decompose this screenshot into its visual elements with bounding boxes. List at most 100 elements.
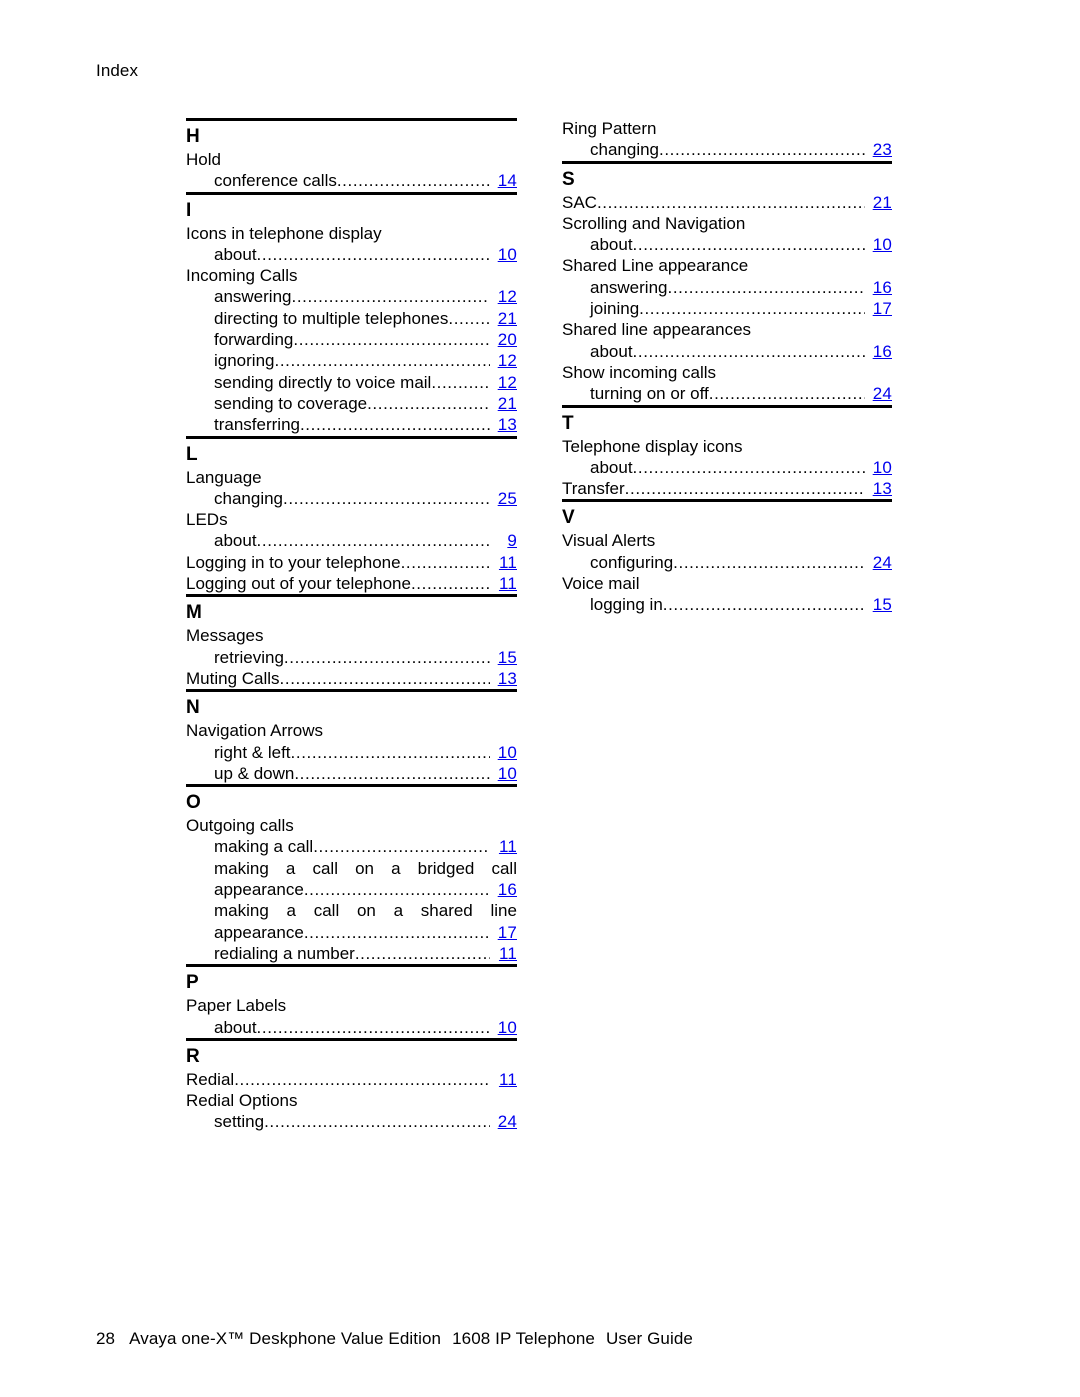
index-entry-page-link[interactable]: 11 [491, 943, 517, 964]
index-entry-word: call [312, 858, 338, 878]
index-entry[interactable]: sending directly to voice mail 12 [186, 372, 517, 393]
index-entry[interactable]: configuring 24 [562, 552, 892, 573]
index-entry-page-link[interactable]: 10 [866, 457, 892, 478]
index-entry-page-link[interactable]: 12 [491, 350, 517, 371]
index-entry-label: about [214, 1017, 257, 1037]
index-column-right: Ring Pattern changing 23 SSAC 21 Scrolling an… [562, 118, 892, 616]
index-entry-page-link[interactable]: 13 [866, 478, 892, 499]
index-entry[interactable]: retrieving 15 [186, 647, 517, 668]
index-entry[interactable]: sending to coverage 21 [186, 393, 517, 414]
index-entry[interactable]: about 10 [562, 457, 892, 478]
index-entry-page-link[interactable]: 12 [491, 372, 517, 393]
index-entry-page-link[interactable]: 17 [491, 922, 517, 943]
dot-leader [633, 457, 865, 478]
index-entry[interactable]: Redial 11 [186, 1069, 517, 1090]
index-entry[interactable]: about 10 [186, 244, 517, 265]
index-entry[interactable]: appearance 16 [186, 879, 517, 900]
index-entry-word: making [214, 858, 269, 878]
index-entry[interactable]: setting 24 [186, 1111, 517, 1132]
index-entry[interactable]: right & left 10 [186, 742, 517, 763]
index-entry-page-link[interactable]: 10 [491, 763, 517, 784]
index-entry-page-link[interactable]: 24 [866, 383, 892, 404]
index-entry[interactable]: turning on or off 24 [562, 383, 892, 404]
index-entry-page-link[interactable]: 13 [491, 668, 517, 689]
index-entry-page-link[interactable]: 9 [491, 530, 517, 551]
index-entry[interactable]: about 10 [186, 1017, 517, 1038]
index-entry-page-link[interactable]: 15 [491, 647, 517, 668]
index-entry-page-link[interactable]: 11 [491, 573, 517, 594]
index-entry[interactable]: SAC 21 [562, 192, 892, 213]
index-entry[interactable]: changing 25 [186, 488, 517, 509]
index-entry-page-link[interactable]: 24 [491, 1111, 517, 1132]
index-entry[interactable]: up & down 10 [186, 763, 517, 784]
index-entry[interactable]: ignoring 12 [186, 350, 517, 371]
index-entry[interactable]: joining 17 [562, 298, 892, 319]
index-entry-page-link[interactable]: 21 [866, 192, 892, 213]
index-entry-page-link[interactable]: 23 [866, 139, 892, 160]
index-entry[interactable]: changing 23 [562, 139, 892, 160]
index-entry-page-link[interactable]: 21 [491, 393, 517, 414]
index-entry-label: about [590, 457, 633, 477]
index-entry-page-link[interactable]: 14 [491, 170, 517, 191]
index-group-heading: Messages [186, 626, 264, 646]
index-entry[interactable]: answering 16 [562, 277, 892, 298]
index-entry-page-link[interactable]: 10 [491, 1017, 517, 1038]
index-entry-page-link[interactable]: 11 [491, 552, 517, 573]
index-entry[interactable]: directing to multiple telephones 21 [186, 308, 517, 329]
index-entry-label: answering [214, 287, 292, 307]
index-entry-page-link[interactable]: 10 [491, 244, 517, 265]
section-divider-rule [186, 964, 517, 968]
index-entry-page-link[interactable]: 16 [866, 341, 892, 362]
index-entry-label: about [214, 531, 257, 551]
index-entry-page-link[interactable]: 11 [491, 836, 517, 857]
dot-leader [668, 277, 866, 298]
index-entry-page-link[interactable]: 20 [491, 329, 517, 350]
index-entry-page-link[interactable]: 13 [491, 414, 517, 435]
index-entry[interactable]: redialing a number 11 [186, 943, 517, 964]
index-entry-word: shared [420, 901, 473, 921]
index-entry[interactable]: Logging in to your telephone 11 [186, 552, 517, 573]
index-entry[interactable]: Muting Calls 13 [186, 668, 517, 689]
index-entry[interactable]: about 9 [186, 530, 517, 551]
index-section-continued: Ring Pattern changing 23 [562, 118, 892, 161]
index-entry-page-link[interactable]: 10 [866, 234, 892, 255]
dot-leader [257, 530, 490, 551]
index-entry[interactable]: about 16 [562, 341, 892, 362]
index-entry[interactable]: logging in 15 [562, 594, 892, 615]
index-group-heading: Ring Pattern [562, 119, 657, 138]
index-entry-label: changing [590, 140, 660, 160]
dot-leader [431, 372, 490, 393]
index-entry-page-link[interactable]: 24 [866, 552, 892, 573]
index-entry[interactable]: Logging out of your telephone 11 [186, 573, 517, 594]
index-entry[interactable]: making a call 11 [186, 836, 517, 857]
index-entry-label: Redial [186, 1069, 235, 1089]
index-entry-page-link[interactable]: 10 [491, 742, 517, 763]
index-entry-label: configuring [590, 552, 674, 572]
section-divider-rule [186, 118, 517, 121]
index-section-n: NNavigation Arrowsright & left10up & dow… [186, 689, 517, 784]
index-entry-page-link[interactable]: 15 [866, 594, 892, 615]
index-section-r: RRedial 11 Redial Optionssetting 24 [186, 1037, 517, 1133]
index-entry-page-link[interactable]: 16 [866, 277, 892, 298]
index-entry[interactable]: conference calls 14 [186, 170, 517, 191]
index-entry-page-link[interactable]: 12 [491, 286, 517, 307]
dot-leader [291, 742, 490, 763]
footer-page-number: 28 [96, 1329, 116, 1348]
index-entry[interactable]: answering 12 [186, 286, 517, 307]
index-entry[interactable]: forwarding 20 [186, 329, 517, 350]
index-entry-page-link[interactable]: 11 [491, 1069, 517, 1090]
dot-leader [633, 341, 865, 362]
index-entry[interactable]: Transfer 13 [562, 478, 892, 499]
index-entry-page-link[interactable]: 21 [491, 308, 517, 329]
index-section-v: VVisual Alertsconfiguring 24 Voice maillog… [562, 499, 892, 615]
dot-leader [264, 1111, 490, 1132]
index-entry[interactable]: about 10 [562, 234, 892, 255]
index-entry-page-link[interactable]: 17 [866, 298, 892, 319]
index-group-heading: Outgoing calls [186, 816, 294, 836]
index-entry[interactable]: appearance 17 [186, 922, 517, 943]
index-section-s: SSAC21Scrolling and Navigationabout10Sha… [562, 160, 892, 405]
index-entry-page-link[interactable]: 25 [491, 488, 517, 509]
index-entry-label: retrieving [214, 647, 284, 667]
index-entry[interactable]: transferring 13 [186, 414, 517, 435]
index-entry-page-link[interactable]: 16 [491, 879, 517, 900]
